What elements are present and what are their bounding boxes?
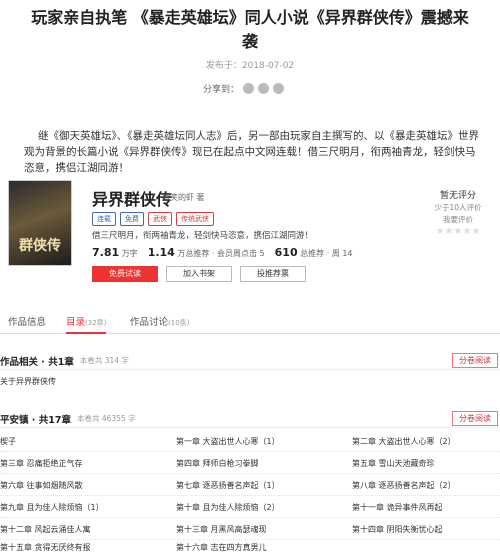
article-title: 玩家亲自执笔 《暴走英雄坛》同人小说《异界群侠传》震撼来袭 [31,8,469,51]
add-shelf-button[interactable]: 加入书架 [166,266,232,282]
tab-catalog[interactable]: 目录(32章) [66,314,107,334]
publish-date: 发布于：2018-07-02 [205,61,295,71]
book-tabs: 作品信息 目录(32章) 作品讨论(10条) [0,312,500,334]
book-cover[interactable]: 群侠传 [8,180,72,266]
chapter-link[interactable]: 第四章 拜师白枪习拳脚 [176,458,259,469]
vote-button[interactable]: 投推荐票 [240,266,306,282]
chapter-link[interactable]: 第十四章 阴阳失衡忧心起 [352,524,443,535]
volume-read-button[interactable]: 分卷阅读 [452,353,498,368]
chapter-link[interactable]: 第十二章 风起云涌佳人寓 [0,524,91,535]
book-name[interactable]: 异界群侠传 [92,186,172,210]
chapter-link[interactable]: 第一章 大盗出世人心寒（1） [176,436,280,447]
chapter-link[interactable]: 第五章 雪山天池藏奇珍 [352,458,435,469]
article-intro: 继《御天英雄坛》、《暴走英雄坛同人志》后，另一部由玩家自主撰写的、以《暴走英雄坛… [24,130,479,174]
qq-space-icon[interactable] [258,83,270,94]
tab-discussion[interactable]: 作品讨论(10条) [130,314,189,328]
chapter-link[interactable]: 第七章 逐恶扬善名声起（1） [176,480,280,491]
chapter-link[interactable]: 楔子 [0,436,16,447]
rating-stars[interactable]: ★★★★★ [418,226,498,238]
tag: 免费 [120,212,144,226]
book-stats: 7.81 万字 1.14 万总推荐 · 会员周点击 5 610 总推荐 · 周 … [92,246,353,259]
share-bar: 分享到： [203,82,285,95]
book-tags: 连载 免费 武侠 传统武侠 [92,212,214,226]
chapter-link[interactable]: 第二章 大盗出世人心寒（2） [352,436,456,447]
book-author[interactable]: 微笑的虾 著 [162,192,205,203]
chapter-link[interactable]: 第十五章 贪得无厌终有报 [0,542,91,553]
volume-header: 平安镇 · 共17章 本卷共 46355 字 分卷阅读 [0,410,500,428]
chapter-link[interactable]: 第九章 且为佳人除烦恼（1） [0,502,104,513]
chapter-link[interactable]: 第十六章 志在四方真男儿 [176,542,267,553]
rate-link[interactable]: 我要评价 [418,214,498,226]
chapter-link[interactable]: 关于异界群侠传 [0,376,56,387]
free-read-button[interactable]: 免费试读 [92,266,158,282]
plus-icon[interactable] [273,83,285,94]
tag[interactable]: 武侠 [148,212,172,226]
share-label: 分享到： [203,85,240,95]
volume-header: 作品相关 · 共1章 本卷共 314 字 分卷阅读 [0,352,500,370]
chapter-link[interactable]: 第十章 且为佳人除烦恼（2） [176,502,280,513]
chapter-link[interactable]: 第十一章 诡异事件风再起 [352,502,443,513]
volume-read-button[interactable]: 分卷阅读 [452,411,498,426]
book-desc: 借三尺明月，衔两袖青龙，轻剑快马恣意，携侣江湖同游！ [92,231,314,241]
chapter-link[interactable]: 第六章 往事如烟随风散 [0,480,83,491]
chapter-link[interactable]: 第八章 逐恶扬善名声起（2） [352,480,456,491]
weibo-icon[interactable] [243,83,255,94]
rating-panel: 暂无评分 少于10人评价 我要评价 ★★★★★ [418,190,498,238]
tag[interactable]: 传统武侠 [176,212,214,226]
chapter-link[interactable]: 第三章 忍痛拒绝正气存 [0,458,83,469]
chapter-link[interactable]: 第十三章 月黑风高瑟魂现 [176,524,267,535]
tab-info[interactable]: 作品信息 [8,314,46,328]
tag: 连载 [92,212,116,226]
